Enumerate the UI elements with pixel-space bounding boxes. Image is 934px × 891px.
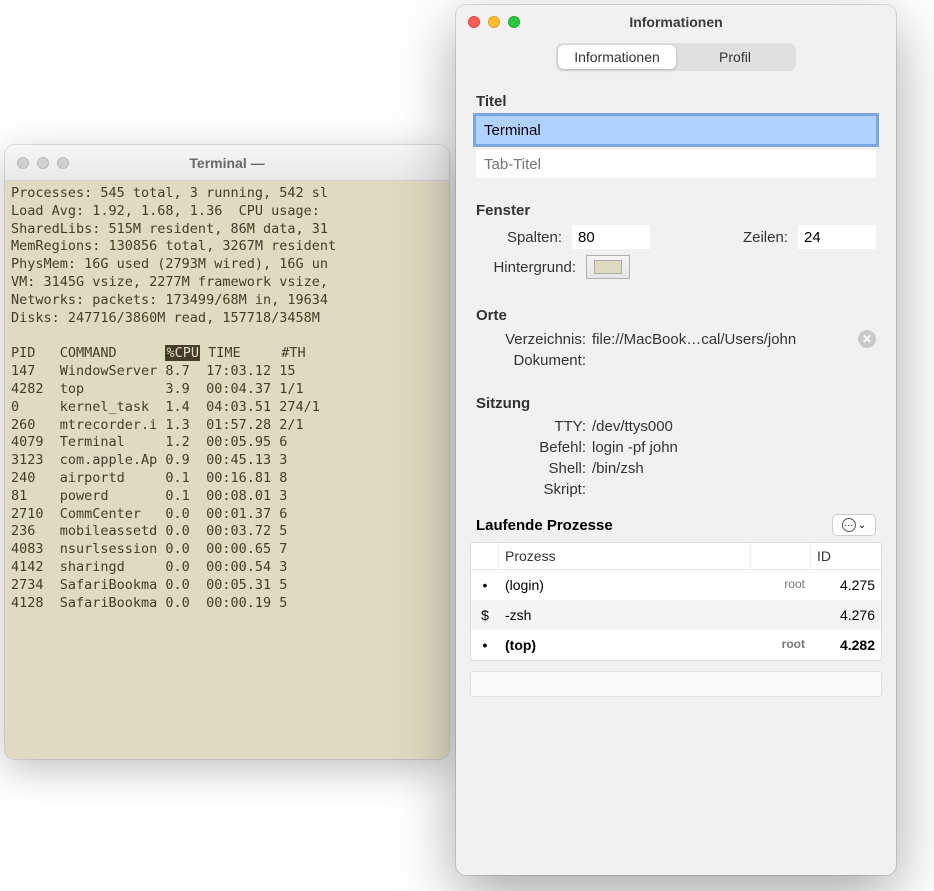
- rows-label: Zeilen:: [743, 229, 788, 246]
- traffic-lights: [468, 16, 520, 28]
- process-name: (login): [499, 574, 751, 596]
- document-label: Dokument:: [476, 352, 586, 369]
- background-swatch-icon: [594, 260, 622, 274]
- tty-label: TTY:: [476, 418, 586, 435]
- tab-informationen[interactable]: Informationen: [558, 45, 676, 69]
- col-process[interactable]: Prozess: [499, 543, 751, 569]
- process-marker: $: [471, 604, 499, 626]
- process-user: root: [751, 634, 811, 656]
- section-session-heading: Sitzung: [476, 395, 876, 412]
- process-user: [751, 604, 811, 626]
- process-row[interactable]: •(top)root4.282: [471, 630, 881, 660]
- minimize-icon[interactable]: [488, 16, 500, 28]
- shell-label: Shell:: [476, 460, 586, 477]
- close-icon[interactable]: [468, 16, 480, 28]
- minimize-icon[interactable]: [37, 157, 49, 169]
- background-label: Hintergrund:: [476, 259, 576, 276]
- process-row[interactable]: $-zsh 4.276: [471, 600, 881, 630]
- background-color-well[interactable]: [586, 255, 630, 279]
- tab-title-input[interactable]: [476, 150, 876, 178]
- inspector-window: Informationen Informationen Profil Titel…: [456, 5, 896, 875]
- process-table-header[interactable]: Prozess ID: [471, 543, 881, 570]
- terminal-output[interactable]: Processes: 545 total, 3 running, 542 sl …: [5, 181, 449, 617]
- inspector-title: Informationen: [629, 14, 722, 30]
- section-places-heading: Orte: [476, 307, 876, 324]
- ellipsis-icon: ⋯: [842, 518, 856, 532]
- script-label: Skript:: [476, 481, 586, 498]
- terminal-titlebar[interactable]: Terminal —: [5, 145, 449, 181]
- tty-value: /dev/ttys000: [592, 418, 870, 435]
- status-footer: [470, 671, 882, 697]
- section-processes-heading: Laufende Prozesse: [476, 517, 613, 534]
- process-id: 4.276: [811, 604, 881, 626]
- zoom-icon[interactable]: [508, 16, 520, 28]
- tab-bar: Informationen Profil: [556, 43, 796, 71]
- process-id: 4.282: [811, 634, 881, 656]
- terminal-title: Terminal —: [189, 155, 264, 171]
- directory-label: Verzeichnis:: [476, 331, 586, 348]
- title-input[interactable]: [476, 116, 876, 144]
- process-marker: •: [471, 634, 499, 656]
- col-id[interactable]: ID: [811, 543, 881, 569]
- section-title-heading: Titel: [476, 93, 876, 110]
- chevron-down-icon: ⌄: [858, 520, 866, 531]
- zoom-icon[interactable]: [57, 157, 69, 169]
- tab-profil[interactable]: Profil: [676, 45, 794, 69]
- rows-input[interactable]: [798, 225, 876, 249]
- process-marker: •: [471, 574, 499, 596]
- process-user: root: [751, 574, 811, 596]
- command-value: login -pf john: [592, 439, 870, 456]
- clear-directory-button[interactable]: ✕: [858, 330, 876, 348]
- process-name: -zsh: [499, 604, 751, 626]
- terminal-window: Terminal — Processes: 545 total, 3 runni…: [5, 145, 449, 759]
- columns-label: Spalten:: [476, 229, 562, 246]
- inspector-titlebar[interactable]: Informationen: [456, 5, 896, 33]
- columns-input[interactable]: [572, 225, 650, 249]
- process-actions-button[interactable]: ⋯ ⌄: [832, 514, 876, 536]
- directory-value: file://MacBook…cal/Users/john: [592, 331, 852, 348]
- command-label: Befehl:: [476, 439, 586, 456]
- process-row[interactable]: •(login)root4.275: [471, 570, 881, 600]
- process-id: 4.275: [811, 574, 881, 596]
- close-icon[interactable]: [17, 157, 29, 169]
- section-window-heading: Fenster: [476, 202, 876, 219]
- shell-value: /bin/zsh: [592, 460, 870, 477]
- traffic-lights: [17, 157, 69, 169]
- process-table: Prozess ID •(login)root4.275$-zsh4.276•(…: [470, 542, 882, 661]
- process-name: (top): [499, 634, 751, 656]
